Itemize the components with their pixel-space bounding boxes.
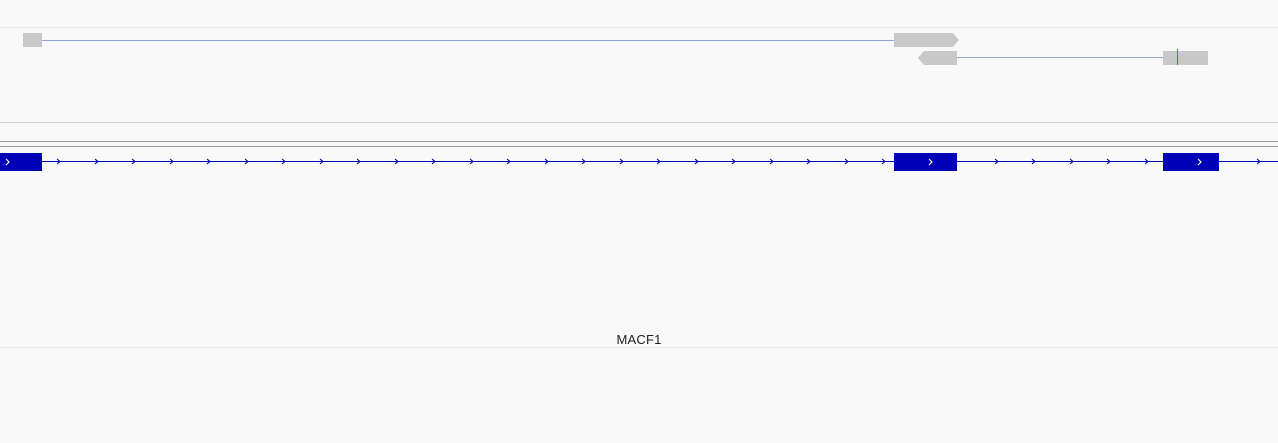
gene-track-macf1[interactable]	[0, 153, 1278, 171]
faded-transcript-reverse[interactable]	[918, 49, 1208, 65]
gene-exon	[1163, 153, 1219, 171]
faded-transcript-reverse-start-exon	[918, 51, 957, 65]
gene-exon	[0, 153, 42, 171]
faded-transcript-reverse-exon	[1163, 51, 1208, 65]
track-canvas	[0, 27, 1278, 348]
faded-transcript-forward[interactable]	[23, 33, 959, 47]
gene-exon	[894, 153, 957, 171]
genome-browser-track-area: MACF1	[0, 0, 1278, 438]
gene-name-label[interactable]: MACF1	[0, 332, 1278, 347]
faded-transcript-forward-end-exon	[894, 33, 959, 47]
faded-transcript-forward-exon	[23, 33, 42, 47]
